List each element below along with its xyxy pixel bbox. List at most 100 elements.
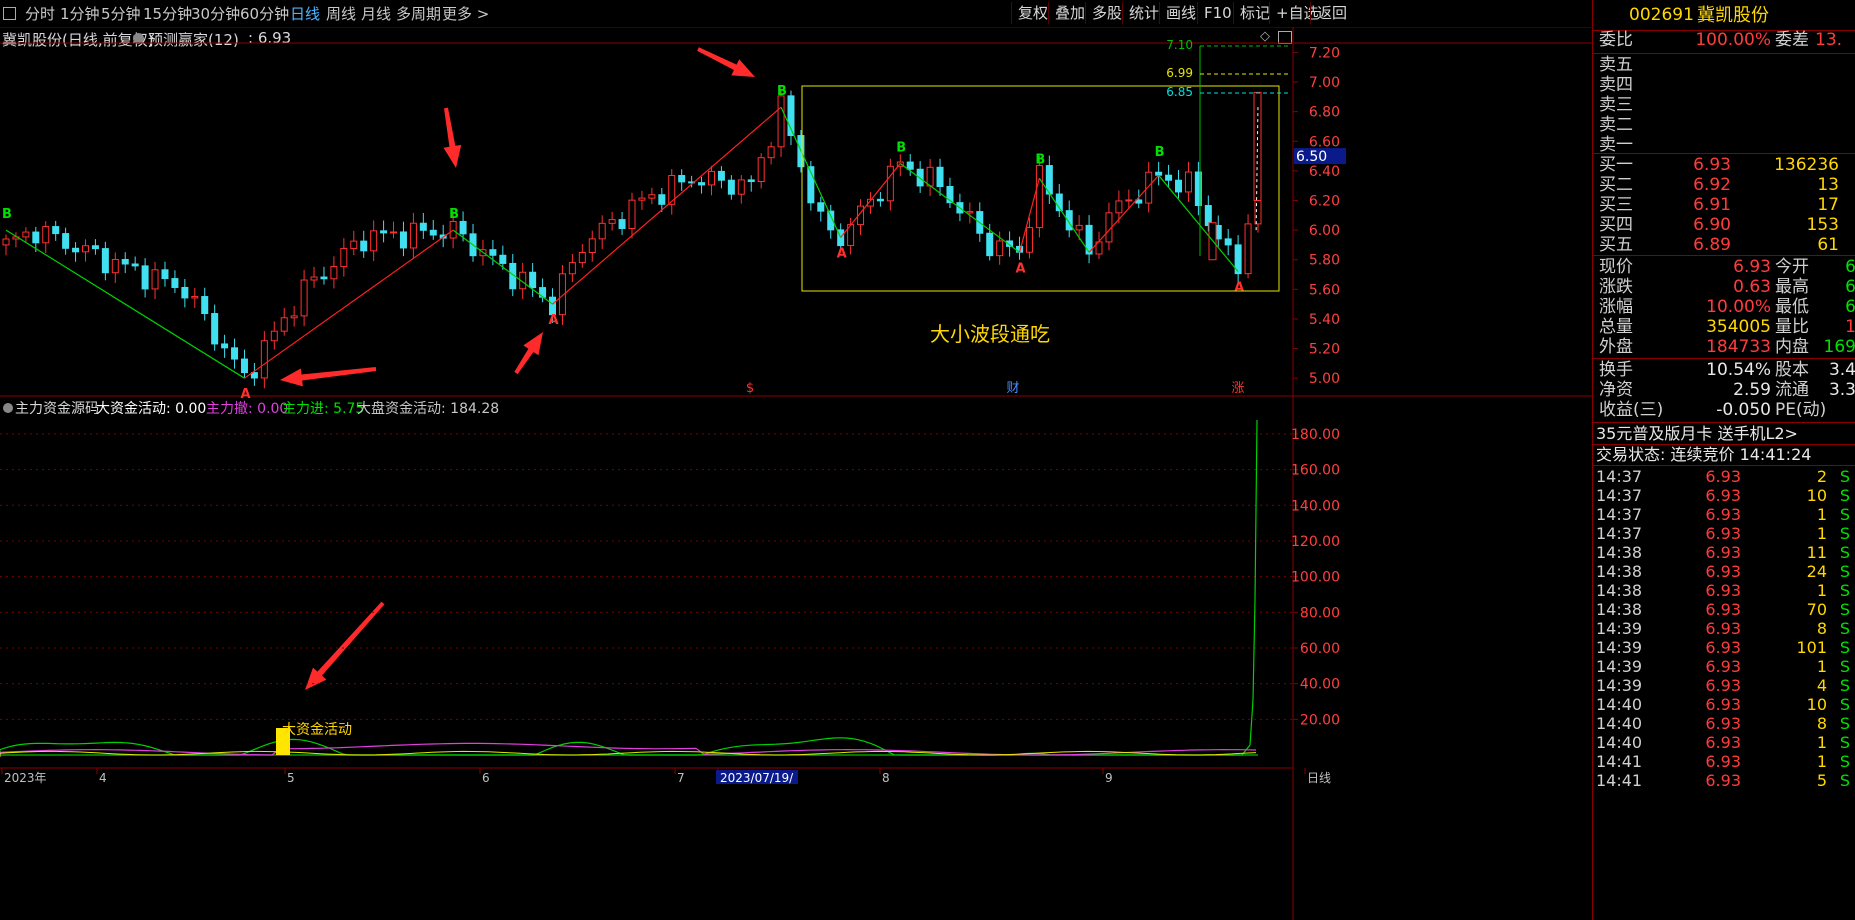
main-out-label: 主力撤: 0.00 — [206, 401, 289, 417]
candle-body — [1025, 227, 1033, 253]
candle-body — [2, 238, 10, 246]
candle-body — [91, 245, 99, 250]
candle-body — [926, 166, 934, 187]
candle-body — [290, 315, 298, 319]
stat-label: 内盘 — [1775, 337, 1809, 357]
sub-indicator-toggle-icon[interactable] — [3, 403, 13, 413]
candle-body — [568, 262, 576, 275]
price-tag-label: 6.50 — [1296, 149, 1327, 165]
candle-body — [390, 231, 398, 234]
candle-body — [211, 313, 219, 345]
red-arrow — [697, 47, 755, 77]
buy-signal: B — [1155, 145, 1165, 160]
candle-body — [240, 358, 248, 374]
buy-level-5: 买五 6.89 61 — [1593, 234, 1855, 257]
candle-body — [231, 347, 239, 360]
candle-body — [330, 266, 338, 280]
candle-body — [817, 202, 825, 212]
x-tick-label: 4 — [99, 771, 107, 785]
quote-panel: 002691 冀凯股份 委比 100.00% 委差 13. 卖五 卖四 卖三 卖二 卖一… — [1592, 0, 1855, 920]
buy-signal: B — [896, 140, 906, 155]
candle-body — [608, 219, 616, 224]
sub-y-tick-label: 160.00 — [1291, 463, 1340, 479]
level-label: 7.10 — [1166, 38, 1193, 52]
candle-body — [151, 269, 159, 290]
trade-status: 交易状态: 连续竞价 14:41:24 — [1596, 445, 1812, 464]
candle-body — [1175, 179, 1183, 193]
event-marker: $ — [746, 381, 754, 396]
buy-signal: B — [1035, 152, 1045, 167]
sub-y-tick-label: 80.00 — [1300, 605, 1340, 621]
zigzag-segment — [1088, 174, 1160, 253]
candle-body — [340, 247, 348, 268]
event-marker: 财 — [1006, 381, 1019, 396]
order-ratio-row: 委比 100.00% 委差 13. — [1593, 29, 1855, 52]
candle-body — [300, 279, 308, 317]
candle-body — [648, 194, 656, 199]
candle-body — [221, 343, 229, 349]
level-label: 6.85 — [1166, 85, 1193, 99]
stat-value: -0.050 — [1716, 400, 1771, 420]
main-in-label: 主力进: 5.75 — [282, 401, 365, 417]
candle-body — [986, 232, 994, 257]
candle-body — [201, 296, 209, 315]
y-tick-label: 5.60 — [1309, 282, 1340, 298]
stock-header: 002691 冀凯股份 — [1593, 4, 1855, 28]
candle-body — [111, 259, 119, 274]
y-tick-label: 6.40 — [1309, 164, 1340, 180]
candle-body — [906, 161, 914, 170]
candle-body — [549, 296, 557, 316]
x-tick-label: 2023/07/19/ — [720, 771, 794, 785]
promo-link[interactable]: 35元普及版月卡 送手机L2> — [1593, 422, 1855, 445]
candle-body — [370, 230, 378, 252]
candle-body — [101, 248, 109, 274]
candle-body — [618, 219, 626, 229]
y-tick-label: 7.00 — [1309, 75, 1340, 91]
x-tick-label: 8 — [882, 771, 890, 785]
candle-body — [409, 222, 417, 249]
sub-chart-title[interactable]: 主力资金源码 — [15, 398, 99, 418]
wc-label: 委差 — [1775, 30, 1809, 50]
stat-value: 169 — [1823, 337, 1855, 357]
candle-body — [22, 231, 30, 238]
market-money-label: 大盘资金活动: 184.28 — [357, 401, 500, 417]
candle-body — [310, 276, 318, 281]
zigzag-segment — [780, 106, 842, 238]
candle-body — [1155, 171, 1163, 176]
zigzag-segment — [452, 229, 553, 305]
candle-body — [32, 231, 40, 244]
candle-body — [1165, 174, 1173, 181]
x-tick-label: 日线 — [1307, 771, 1331, 785]
chart-canvas[interactable]: 7.20 7.00 6.80 6.60 6.40 6.20 6.00 5.80 5.60 5.40… — [0, 0, 1592, 920]
stat-value: 184733 — [1706, 337, 1771, 357]
wb-value: 100.00% — [1695, 30, 1771, 50]
candle-body — [996, 240, 1004, 257]
candle-body — [1184, 171, 1192, 193]
red-arrow — [280, 367, 377, 387]
y-tick-label: 6.60 — [1309, 134, 1340, 150]
buy-signal: B — [2, 207, 12, 222]
stat-row-4: 外盘 184733 内盘 169 — [1593, 336, 1855, 359]
candle-body — [171, 278, 179, 288]
zigzag-segment — [899, 162, 1020, 253]
y-tick-label: 5.80 — [1309, 253, 1340, 269]
buy-signal: B — [777, 84, 787, 99]
candle-body — [727, 179, 735, 195]
candle-body — [737, 179, 745, 195]
candle-body — [1125, 199, 1133, 202]
candle-body — [141, 265, 149, 290]
candle-body — [350, 240, 358, 249]
candle-body — [72, 247, 80, 253]
candle-body — [320, 276, 328, 280]
candle-body — [499, 254, 507, 264]
candle-body — [131, 263, 139, 267]
candle-body — [707, 170, 715, 186]
sub-y-tick-label: 180.00 — [1291, 427, 1340, 443]
buy-volume: 61 — [1817, 235, 1839, 255]
y-tick-label: 6.20 — [1309, 193, 1340, 209]
big-money-label: 大资金活动: 0.00 — [96, 401, 207, 417]
event-marker: 涨 — [1231, 381, 1244, 396]
y-tick-label: 6.00 — [1309, 223, 1340, 239]
x-tick-label: 7 — [677, 771, 685, 785]
red-arrow — [305, 601, 385, 690]
